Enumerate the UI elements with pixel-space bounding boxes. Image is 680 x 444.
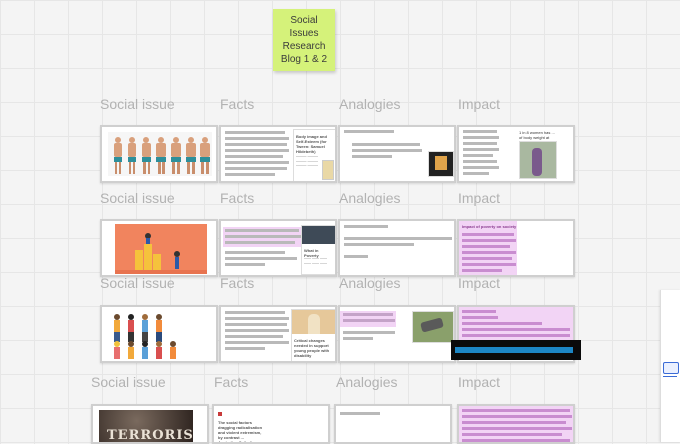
card-facts-disability[interactable]: Critical changes needed in support young… — [219, 305, 337, 363]
header-facts: Facts — [220, 96, 255, 112]
card-social-issue-terrorism[interactable]: TERRORISM — [91, 404, 209, 444]
card-impact-body-image[interactable]: 1 in 8 women has ... of body weight at o… — [457, 125, 575, 183]
header-impact: Impact — [458, 190, 501, 206]
card-analogies-poverty[interactable] — [338, 219, 456, 277]
article-thumbnail: The social factors dragging radicalisati… — [216, 410, 262, 444]
analogy-image — [412, 311, 454, 343]
article-title: Critical changes needed in support young… — [294, 338, 330, 358]
card-facts-body-image[interactable]: Body image and Self-Esteem (for Tween: S… — [219, 125, 337, 183]
header-facts: Facts — [220, 275, 255, 291]
header-impact: Impact — [458, 96, 501, 112]
card-analogies-body-image[interactable] — [338, 125, 456, 183]
black-overlay-bar — [451, 340, 581, 360]
header-social-issue: Social issue — [100, 190, 175, 206]
card-impact-terrorism[interactable] — [457, 404, 575, 444]
header-analogies: Analogies — [339, 275, 401, 291]
header-impact: Impact — [458, 275, 501, 291]
header-analogies: Analogies — [339, 96, 401, 112]
terrorism-image: TERRORISM — [99, 410, 193, 443]
card-facts-terrorism[interactable]: The social factors dragging radicalisati… — [212, 404, 330, 444]
sticky-note-text: Social Issues Research Blog 1 & 2 — [280, 15, 328, 65]
card-social-issue-disability[interactable] — [100, 305, 218, 363]
card-analogies-disability[interactable] — [338, 305, 456, 363]
impact-image — [519, 141, 557, 179]
side-panel[interactable] — [660, 290, 680, 442]
card-impact-poverty[interactable]: Impact of poverty on society — [457, 219, 575, 277]
header-facts: Facts — [220, 190, 255, 206]
disability-illustration — [109, 310, 183, 360]
article-title: Body image and Self-Esteem (for Tween: S… — [296, 134, 327, 154]
card-social-issue-body-image[interactable] — [100, 125, 218, 183]
card-analogies-terrorism[interactable] — [334, 404, 452, 444]
header-social-issue: Social issue — [91, 374, 166, 390]
card-social-issue-poverty[interactable] — [100, 219, 218, 277]
sticky-note[interactable]: Social Issues Research Blog 1 & 2 — [273, 9, 335, 71]
analogy-image — [428, 151, 454, 177]
card-facts-poverty[interactable]: What in Poverty —— —— —— —— —— —— — [219, 219, 337, 277]
poverty-illustration — [115, 224, 207, 274]
article-thumbnail: Body image and Self-Esteem (for Tween: S… — [293, 129, 335, 181]
article-thumbnail: Critical changes needed in support young… — [291, 309, 335, 361]
header-analogies: Analogies — [339, 190, 401, 206]
header-social-issue: Social issue — [100, 275, 175, 291]
article-thumbnail: What in Poverty —— —— —— —— —— —— — [301, 225, 335, 275]
header-impact: Impact — [458, 374, 501, 390]
panel-toggle-icon[interactable] — [663, 362, 679, 374]
header-facts: Facts — [214, 374, 249, 390]
article-title: The social factors dragging radicalisati… — [218, 420, 262, 444]
header-analogies: Analogies — [336, 374, 398, 390]
impact-caption: Impact of poverty on society — [462, 224, 517, 229]
people-image — [108, 132, 212, 176]
header-social-issue: Social issue — [100, 96, 175, 112]
terrorism-image-text: TERRORISM — [107, 428, 193, 443]
